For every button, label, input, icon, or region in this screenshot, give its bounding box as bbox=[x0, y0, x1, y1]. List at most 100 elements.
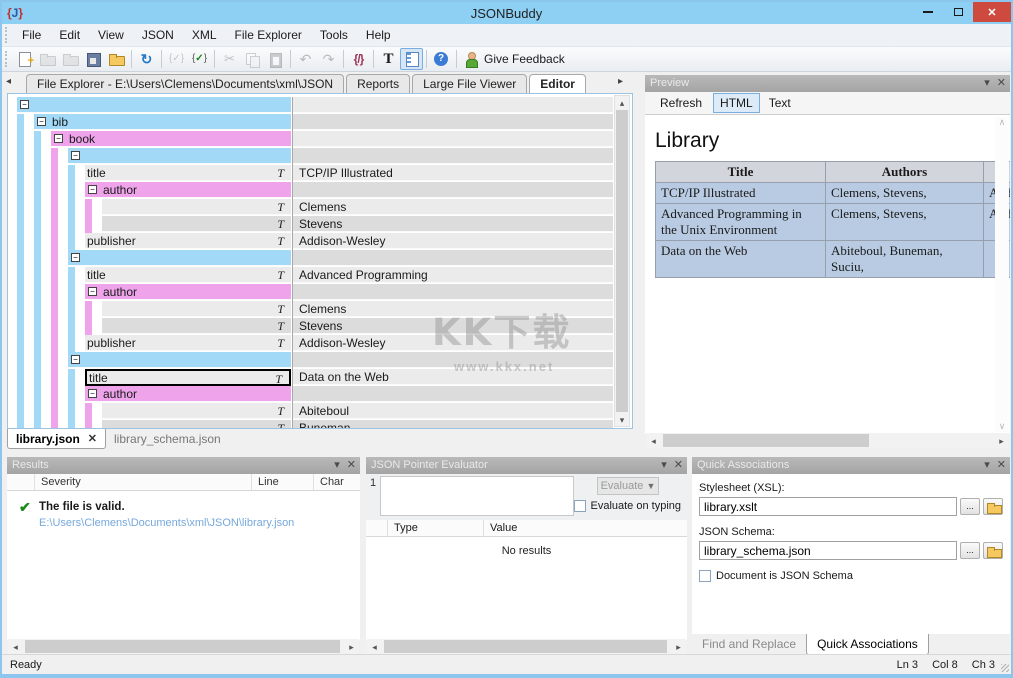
column-divider[interactable] bbox=[292, 165, 293, 182]
name-cell[interactable]: −book bbox=[51, 131, 291, 147]
value-cell[interactable] bbox=[292, 114, 613, 130]
evaluate-on-typing-checkbox[interactable] bbox=[574, 500, 586, 512]
pointer-expression-input[interactable] bbox=[380, 476, 574, 516]
value-cell[interactable] bbox=[292, 352, 613, 368]
scroll-up-icon[interactable]: ∧ bbox=[995, 117, 1009, 128]
grid-view-button[interactable] bbox=[400, 48, 423, 70]
refresh-button[interactable]: Refresh bbox=[653, 93, 709, 113]
dock-tab-find-and-replace[interactable]: Find and Replace bbox=[692, 634, 806, 655]
value-cell[interactable] bbox=[292, 148, 613, 164]
name-cell[interactable]: T bbox=[102, 403, 291, 419]
validation-message[interactable]: The file is valid. bbox=[39, 501, 125, 513]
evaluate-button[interactable]: Evaluate ▼ bbox=[597, 477, 659, 495]
results-horizontal-scrollbar[interactable]: ◂ ▸ bbox=[8, 639, 359, 654]
panel-close-icon[interactable]: ✕ bbox=[347, 458, 356, 471]
name-cell[interactable]: − bbox=[68, 352, 291, 368]
column-divider[interactable] bbox=[292, 199, 293, 216]
value-cell[interactable]: TCP/IP Illustrated bbox=[292, 165, 613, 181]
results-column-char[interactable]: Char bbox=[314, 474, 360, 490]
value-cell[interactable] bbox=[292, 284, 613, 300]
open-stylesheet-folder-icon[interactable] bbox=[983, 498, 1003, 515]
main-tab-file[interactable]: File Explorer - E:\Users\Clemens\Documen… bbox=[26, 74, 344, 93]
open-schema-folder-icon[interactable] bbox=[983, 542, 1003, 559]
collapse-icon[interactable]: − bbox=[88, 389, 97, 398]
tab-scroll-left-icon[interactable]: ◂ bbox=[6, 76, 11, 87]
text-view-button[interactable] bbox=[377, 48, 400, 70]
column-divider[interactable] bbox=[292, 216, 293, 233]
scroll-left-icon[interactable]: ◂ bbox=[646, 434, 661, 447]
preview-mode-text[interactable]: Text bbox=[762, 93, 798, 113]
refresh-button[interactable] bbox=[135, 48, 158, 70]
panel-close-icon[interactable]: ✕ bbox=[997, 458, 1006, 471]
name-cell[interactable]: publisherT bbox=[85, 335, 291, 351]
selected-name-cell[interactable]: titleT bbox=[85, 369, 291, 386]
panel-menu-icon[interactable]: ▾ bbox=[334, 458, 340, 471]
name-cell[interactable]: T bbox=[102, 216, 291, 232]
column-divider[interactable] bbox=[292, 267, 293, 284]
menu-tools[interactable]: Tools bbox=[311, 25, 357, 45]
name-cell[interactable]: titleT bbox=[85, 165, 291, 181]
value-cell[interactable] bbox=[292, 182, 613, 198]
dock-tab-quick-associations[interactable]: Quick Associations bbox=[806, 634, 929, 655]
collapse-icon[interactable]: − bbox=[71, 355, 80, 364]
preview-mode-html[interactable]: HTML bbox=[713, 93, 760, 113]
menu-file[interactable]: File bbox=[13, 25, 50, 45]
give-feedback-button[interactable]: Give Feedback bbox=[460, 48, 568, 70]
column-divider[interactable] bbox=[292, 148, 293, 165]
collapse-icon[interactable]: − bbox=[71, 253, 80, 262]
name-cell[interactable]: − bbox=[17, 97, 291, 113]
column-divider[interactable] bbox=[292, 386, 293, 403]
menu-edit[interactable]: Edit bbox=[50, 25, 89, 45]
scroll-up-icon[interactable]: ▴ bbox=[615, 96, 629, 109]
value-cell[interactable]: Addison-Wesley bbox=[292, 233, 613, 249]
panel-close-icon[interactable]: ✕ bbox=[997, 76, 1006, 89]
scroll-right-icon[interactable]: ▸ bbox=[344, 640, 359, 653]
column-divider[interactable] bbox=[292, 114, 293, 131]
maximize-button[interactable] bbox=[943, 2, 973, 22]
menu-help[interactable]: Help bbox=[357, 25, 400, 45]
menu-view[interactable]: View bbox=[89, 25, 133, 45]
name-cell[interactable]: −author bbox=[85, 182, 291, 198]
tab-scroll-right-icon[interactable]: ▸ bbox=[618, 76, 623, 87]
column-divider[interactable] bbox=[292, 318, 293, 335]
value-cell[interactable]: Abiteboul bbox=[292, 403, 613, 419]
column-divider[interactable] bbox=[292, 301, 293, 318]
value-cell[interactable]: Data on the Web bbox=[292, 369, 613, 385]
validated-file-link[interactable]: E:\Users\Clemens\Documents\xml\JSON\libr… bbox=[39, 517, 294, 529]
panel-menu-icon[interactable]: ▾ bbox=[984, 76, 990, 89]
value-cell[interactable] bbox=[292, 131, 613, 147]
jpe-column-value[interactable]: Value bbox=[484, 520, 687, 536]
column-divider[interactable] bbox=[292, 420, 293, 429]
panel-menu-icon[interactable]: ▾ bbox=[661, 458, 667, 471]
value-cell[interactable]: Stevens bbox=[292, 216, 613, 232]
name-cell[interactable]: −bib bbox=[34, 114, 291, 130]
column-divider[interactable] bbox=[292, 403, 293, 420]
preview-horizontal-scrollbar[interactable]: ◂ ▸ bbox=[646, 433, 1009, 448]
main-tab-editor[interactable]: Editor bbox=[529, 74, 586, 93]
document-is-schema-checkbox[interactable] bbox=[699, 570, 711, 582]
collapse-icon[interactable]: − bbox=[71, 151, 80, 160]
scroll-right-icon[interactable]: ▸ bbox=[994, 434, 1009, 447]
value-cell[interactable] bbox=[292, 250, 613, 266]
jpe-column-type[interactable]: Type bbox=[388, 520, 484, 536]
value-cell[interactable]: Addison-Wesley bbox=[292, 335, 613, 351]
value-cell[interactable]: Clemens bbox=[292, 301, 613, 317]
scroll-down-icon[interactable]: ∨ bbox=[995, 421, 1009, 432]
results-column-severity[interactable]: Severity bbox=[35, 474, 252, 490]
close-button[interactable]: ✕ bbox=[973, 2, 1011, 22]
browse-stylesheet-button[interactable]: ... bbox=[960, 498, 980, 515]
panel-close-icon[interactable]: ✕ bbox=[674, 458, 683, 471]
check-well-formed-button[interactable]: ✓ bbox=[188, 48, 211, 70]
name-cell[interactable]: −author bbox=[85, 386, 291, 402]
name-cell[interactable]: publisherT bbox=[85, 233, 291, 249]
value-cell[interactable] bbox=[292, 97, 613, 113]
menu-json[interactable]: JSON bbox=[133, 25, 183, 45]
open-containing-folder-button[interactable] bbox=[105, 48, 128, 70]
collapse-icon[interactable]: − bbox=[54, 134, 63, 143]
collapse-icon[interactable]: − bbox=[88, 287, 97, 296]
name-cell[interactable]: titleT bbox=[85, 267, 291, 283]
column-divider[interactable] bbox=[292, 182, 293, 199]
schema-input[interactable] bbox=[699, 541, 957, 560]
collapse-icon[interactable]: − bbox=[88, 185, 97, 194]
scroll-left-icon[interactable]: ◂ bbox=[367, 640, 382, 653]
